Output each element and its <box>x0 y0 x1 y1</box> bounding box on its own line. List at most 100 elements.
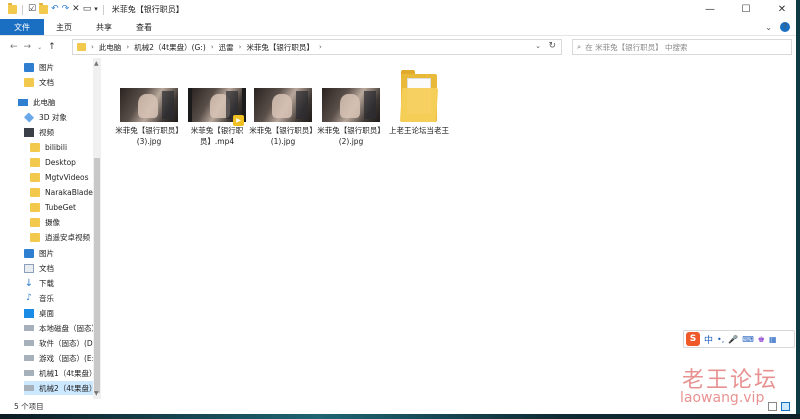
file-item[interactable]: 米菲兔【银行职员】(1).jpg <box>249 68 317 147</box>
breadcrumb[interactable]: › 此电脑 › 机械2（4t果盘）(G:) › 迅雷 › 米菲兔【银行职员】 ›… <box>72 39 562 55</box>
nav-item-downloads[interactable]: ↓ 下载 <box>24 276 100 290</box>
nav-item-xiaoyao-videos[interactable]: 逍遥安卓视频 <box>30 230 100 244</box>
tab-view[interactable]: 查看 <box>124 19 164 35</box>
search-input[interactable] <box>585 42 776 52</box>
toolbar-divider <box>22 4 23 15</box>
customize-toolbar-icon[interactable]: ▾ <box>94 5 98 14</box>
close-button[interactable]: ✕ <box>764 0 800 19</box>
nav-item-tubeget[interactable]: TubeGet <box>30 200 100 214</box>
nav-item-label: 此电脑 <box>33 97 56 107</box>
nav-item-label: 机械2（4t果盘） <box>39 383 93 393</box>
large-icons-view-icon[interactable] <box>781 402 790 411</box>
folder-icon <box>24 77 34 87</box>
watermark-url: laowang.vip <box>680 390 765 406</box>
chevron-right-icon[interactable]: › <box>239 43 242 51</box>
nav-item-mech-2[interactable]: 机械2（4t果盘） <box>24 381 93 395</box>
search-icon: ⌕ <box>577 42 582 51</box>
nav-item-label: 文档 <box>39 263 54 273</box>
nav-item-label: MgtvVideos <box>45 172 89 182</box>
breadcrumb-drive-g[interactable]: 机械2（4t果盘）(G:) <box>134 42 206 53</box>
nav-item-label: 本地磁盘（固态） <box>39 323 93 333</box>
breadcrumb-this-pc[interactable]: 此电脑 <box>99 42 122 53</box>
chevron-right-icon[interactable]: › <box>319 43 322 51</box>
punctuation-toggle[interactable]: •, <box>717 335 724 344</box>
up-arrow-icon[interactable]: ↑ <box>48 42 56 52</box>
grid-icon[interactable]: ▦ <box>769 335 777 344</box>
nav-item-documents[interactable]: 文档 <box>24 75 100 89</box>
tab-home[interactable]: 主页 <box>44 19 84 35</box>
nav-item-desktop-folder[interactable]: Desktop <box>30 155 100 169</box>
nav-item-this-pc[interactable]: 此电脑 <box>18 95 100 109</box>
refresh-icon[interactable]: ↻ <box>548 41 556 51</box>
nav-item-pictures-2[interactable]: 图片 <box>24 246 100 260</box>
properties-icon[interactable]: ☑ <box>28 5 36 14</box>
nav-item-bilibili[interactable]: bilibili <box>30 140 100 154</box>
navigation-buttons: ← → ⌄ ↑ <box>0 42 70 52</box>
nav-item-drive-e[interactable]: 游戏（固态）(E:) <box>24 351 93 365</box>
nav-item-local-disk[interactable]: 本地磁盘（固态） <box>24 321 93 335</box>
nav-item-documents-2[interactable]: 文档 <box>24 261 100 275</box>
new-folder-icon[interactable] <box>39 3 49 14</box>
file-item[interactable]: 米菲兔【银行职员】(2).jpg <box>317 68 385 147</box>
chevron-right-icon[interactable]: › <box>126 43 129 51</box>
nav-item-pictures[interactable]: 图片 <box>24 60 100 74</box>
nav-item-mech-1[interactable]: 机械1（4t果盘） <box>24 366 93 380</box>
nav-item-mgtvvideos[interactable]: MgtvVideos <box>30 170 100 184</box>
rename-icon[interactable]: ▭ <box>83 5 92 14</box>
recent-locations-icon[interactable]: ⌄ <box>37 44 42 51</box>
nav-item-music[interactable]: ♪ 音乐 <box>24 291 100 305</box>
download-icon: ↓ <box>24 277 34 289</box>
nav-item-label: TubeGet <box>45 202 76 212</box>
nav-item-label: 图片 <box>39 62 54 72</box>
file-item[interactable]: 米菲兔【银行职员】(3).jpg <box>115 68 183 147</box>
breadcrumb-xunlei[interactable]: 迅雷 <box>219 42 234 53</box>
shirt-icon[interactable]: ♚ <box>758 335 765 344</box>
scrollbar-thumb[interactable] <box>94 158 100 393</box>
nav-item-label: NarakaBladepoint <box>45 187 93 197</box>
picture-icon <box>24 62 34 72</box>
details-view-icon[interactable] <box>768 402 777 411</box>
mic-icon[interactable]: 🎤 <box>728 335 738 344</box>
chevron-right-icon[interactable]: › <box>211 43 214 51</box>
undo-icon[interactable]: ↶ <box>51 5 59 14</box>
redo-icon[interactable]: ↷ <box>62 5 70 14</box>
toolbar-divider <box>102 4 104 15</box>
help-icon[interactable]: ? <box>780 22 790 32</box>
maximize-button[interactable]: ☐ <box>728 0 764 19</box>
search-box[interactable]: ⌕ <box>572 39 792 55</box>
window-title: 米菲兔【银行职员】 <box>111 5 184 14</box>
forward-arrow-icon[interactable]: → <box>24 42 32 52</box>
tab-share[interactable]: 共享 <box>84 19 124 35</box>
folder-icon <box>8 3 17 14</box>
nav-item-3d-objects[interactable]: 3D 对象 <box>24 110 100 124</box>
item-count: 5 个项目 <box>14 402 44 411</box>
breadcrumb-current-folder[interactable]: 米菲兔【银行职员】 <box>246 42 314 53</box>
video-icon <box>24 127 34 137</box>
keyboard-icon[interactable]: ⌨ <box>742 335 754 344</box>
nav-item-narakabladepoint[interactable]: NarakaBladepoint <box>30 185 93 199</box>
title-bar: ☑ ↶ ↷ ✕ ▭ ▾ 米菲兔【银行职员】 — ☐ ✕ <box>0 0 800 19</box>
scroll-up-icon[interactable]: ▲ <box>94 60 99 67</box>
nav-item-drive-d[interactable]: 软件（固态）(D:) <box>24 336 93 350</box>
scroll-down-icon[interactable]: ▼ <box>94 390 99 397</box>
minimize-button[interactable]: — <box>692 0 728 19</box>
tab-file[interactable]: 文件 <box>0 19 44 35</box>
ime-mode[interactable]: 中 <box>704 333 713 346</box>
folder-icon <box>30 187 40 197</box>
drive-icon <box>24 325 34 331</box>
chevron-right-icon[interactable]: › <box>91 43 94 51</box>
folder-icon <box>30 202 40 212</box>
nav-item-videos[interactable]: 视频 <box>24 125 100 139</box>
navigation-scrollbar[interactable]: ▲ ▼ <box>93 58 101 399</box>
nav-item-camera[interactable]: 摄像 <box>30 215 100 229</box>
file-item[interactable]: ▶ 米菲兔【银行职员】.mp4 <box>183 68 251 147</box>
delete-icon[interactable]: ✕ <box>72 5 80 14</box>
nav-item-desktop[interactable]: 桌面 <box>24 306 100 320</box>
back-arrow-icon[interactable]: ← <box>10 42 18 52</box>
file-item[interactable]: 上老王论坛当老王 <box>385 68 453 136</box>
expand-ribbon-icon[interactable]: ⌄ <box>765 23 772 32</box>
desktop-background <box>0 414 800 419</box>
nav-item-label: 游戏（固态）(E:) <box>39 353 93 363</box>
sogou-logo-icon[interactable]: S <box>686 332 700 346</box>
address-dropdown-icon[interactable]: ⌄ <box>535 42 541 50</box>
